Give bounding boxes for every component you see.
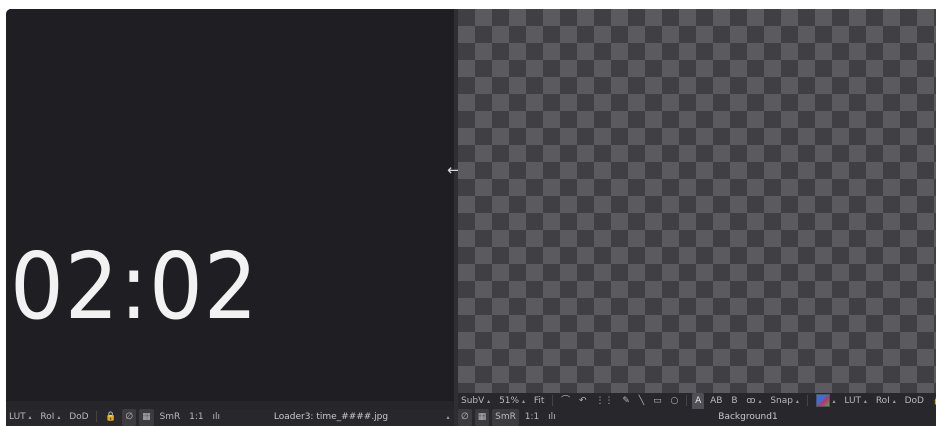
buffer-a-button[interactable]: A (692, 393, 705, 410)
smr-button[interactable]: SmR (157, 409, 184, 426)
lock-icon[interactable]: 🔒 (930, 393, 936, 410)
polygon-icon[interactable]: ↶ (576, 393, 590, 410)
dropdown-arrow-icon: ▴ (521, 398, 525, 405)
smr-button[interactable]: SmR (492, 409, 519, 426)
viewer-title: Loader3: time_####.jpg (273, 412, 389, 422)
timecode-display: 02:02 (10, 233, 259, 340)
audio-icon[interactable]: ılı (545, 409, 559, 426)
buffer-ab-button[interactable]: AB (707, 393, 725, 410)
viewer-frame: 02:02 ⟷ SubV ▴ 51% ▴ Fit ⌒ ↶ ⋮⋮ ✎ ╲ ▭ ○ … (6, 9, 936, 426)
no-defocus-icon[interactable]: ∅ (458, 409, 472, 426)
paint-icon[interactable]: ✎ (619, 393, 633, 410)
no-defocus-icon[interactable]: ∅ (122, 409, 137, 426)
zoom-dropdown[interactable]: 51% ▴ (496, 393, 528, 410)
dod-button[interactable]: DoD (66, 409, 91, 426)
checker-icon[interactable]: ▦ (139, 409, 154, 426)
lut-dropdown[interactable]: LUT ▴ (841, 393, 870, 410)
right-viewer-tools: SubV ▴ 51% ▴ Fit ⌒ ↶ ⋮⋮ ✎ ╲ ▭ ○ A AB B ꝏ… (458, 393, 936, 410)
right-viewer-toolbar: ∅ ▦ SmR 1:1 ılı Background1 (458, 409, 936, 426)
ratio-button[interactable]: 1:1 (186, 409, 206, 426)
roi-dropdown[interactable]: RoI ▴ (873, 393, 899, 410)
checker-icon[interactable]: ▦ (474, 409, 490, 426)
snap-dropdown[interactable]: Snap ▴ (767, 393, 802, 410)
divider (806, 395, 808, 406)
divider (552, 395, 554, 406)
dropdown-arrow-icon[interactable]: ▴ (444, 409, 452, 426)
lut-dropdown[interactable]: LUT ▴ (6, 409, 35, 426)
color-swatch-icon (815, 394, 830, 407)
viewer-title: Background1 (718, 412, 778, 422)
audio-icon[interactable]: ılı (210, 409, 224, 426)
divider (686, 395, 688, 406)
right-viewer[interactable] (458, 9, 936, 393)
buffer-b-button[interactable]: B (728, 393, 740, 410)
roi-dropdown[interactable]: RoI ▴ (37, 409, 63, 426)
fit-button[interactable]: Fit (531, 393, 548, 410)
divider (96, 411, 98, 422)
stereo-glasses-icon[interactable]: ꝏ ▴ (743, 393, 764, 410)
left-viewer-toolbar: LUT ▴ RoI ▴ DoD 🔒 ∅ ▦ SmR 1:1 ılı Loader… (6, 409, 454, 426)
ratio-button[interactable]: 1:1 (522, 409, 542, 426)
subview-dropdown[interactable]: SubV ▴ (458, 393, 493, 410)
ellipse-icon[interactable]: ○ (667, 393, 681, 410)
left-viewer[interactable]: 02:02 (6, 9, 454, 401)
dropdown-arrow-icon: ▴ (487, 398, 491, 405)
dod-button[interactable]: DoD (902, 393, 927, 410)
color-channel-button[interactable]: ▴ (813, 393, 839, 410)
rectangle-icon[interactable]: ▭ (650, 393, 665, 410)
lock-icon[interactable]: 🔒 (102, 409, 119, 426)
bspline-icon[interactable]: ⌒ (558, 393, 573, 410)
line-icon[interactable]: ╲ (636, 393, 647, 410)
grid-icon[interactable]: ⋮⋮ (592, 393, 616, 410)
